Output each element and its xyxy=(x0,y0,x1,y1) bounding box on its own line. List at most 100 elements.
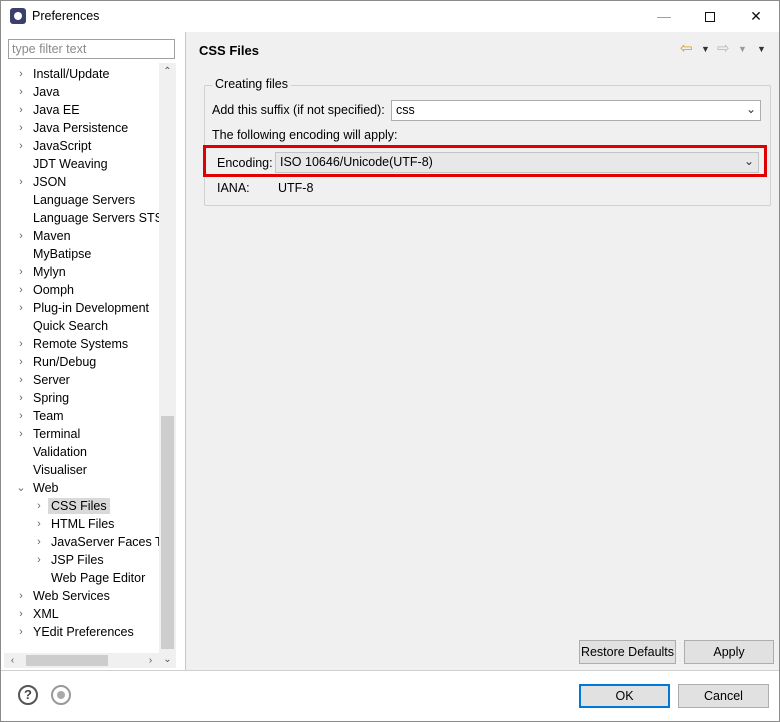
tree-item[interactable]: › Oomph xyxy=(1,281,159,299)
chevron-right-icon[interactable]: › xyxy=(15,588,27,604)
horizontal-scroll-thumb[interactable] xyxy=(26,655,108,666)
chevron-right-icon[interactable]: › xyxy=(15,264,27,280)
scroll-right-icon[interactable]: › xyxy=(142,653,159,668)
tree-item[interactable]: › Team xyxy=(1,407,159,425)
back-menu-chevron-icon[interactable]: ▼ xyxy=(701,40,710,58)
chevron-right-icon[interactable]: › xyxy=(15,408,27,424)
tree-item[interactable]: › XML xyxy=(1,605,159,623)
tree-item[interactable]: › Remote Systems xyxy=(1,335,159,353)
close-button[interactable]: ✕ xyxy=(733,1,779,32)
chevron-right-icon[interactable]: › xyxy=(15,138,27,154)
tree-item-label: Remote Systems xyxy=(33,337,129,351)
tree-item-label: JavaServer Faces Tools xyxy=(51,535,159,549)
tree-item[interactable]: JDT Weaving xyxy=(1,155,159,173)
tree-item-label: CSS Files xyxy=(48,498,110,514)
maximize-button[interactable] xyxy=(687,1,733,32)
preference-tree: › Install/Update › Java › Java EE › Java Persis… xyxy=(1,63,159,667)
scroll-up-icon[interactable]: ⌃ xyxy=(159,63,176,80)
tree-item[interactable]: › Plug-in Development xyxy=(1,299,159,317)
tree-item[interactable]: › CSS Files xyxy=(1,497,159,515)
group-title: Creating files xyxy=(212,77,291,91)
chevron-right-icon[interactable]: › xyxy=(15,228,27,244)
chevron-right-icon[interactable]: › xyxy=(15,354,27,370)
tree-item[interactable]: › JSP Files xyxy=(1,551,159,569)
chevron-right-icon[interactable]: › xyxy=(15,390,27,406)
chevron-right-icon[interactable]: › xyxy=(15,372,27,388)
record-macro-icon[interactable] xyxy=(51,685,71,705)
tree-item[interactable]: › JSON xyxy=(1,173,159,191)
apply-button[interactable]: Apply xyxy=(684,640,774,664)
tree-item[interactable]: › JavaServer Faces Tools xyxy=(1,533,159,551)
forward-menu-chevron-icon[interactable]: ▼ xyxy=(738,40,747,58)
tree-item[interactable]: MyBatipse xyxy=(1,245,159,263)
chevron-right-icon[interactable]: › xyxy=(15,300,27,316)
tree-item[interactable]: › JavaScript xyxy=(1,137,159,155)
tree-item[interactable]: Language Servers STS xyxy=(1,209,159,227)
tree-horizontal-scrollbar[interactable]: ‹ › xyxy=(4,653,159,668)
tree-item-label: Web Services xyxy=(33,589,110,603)
help-icon[interactable]: ? xyxy=(18,685,38,705)
tree-item-label: Plug-in Development xyxy=(33,301,150,315)
tree-item[interactable]: › Maven xyxy=(1,227,159,245)
chevron-right-icon[interactable]: › xyxy=(15,426,27,442)
encoding-note: The following encoding will apply: xyxy=(212,128,398,142)
tree-item[interactable]: › HTML Files xyxy=(1,515,159,533)
tree-item[interactable]: Visualiser xyxy=(1,461,159,479)
iana-label: IANA: xyxy=(217,181,250,195)
suffix-combo[interactable]: css ⌄ xyxy=(391,100,761,121)
tree-item-label: Install/Update xyxy=(33,67,110,81)
chevron-right-icon[interactable]: › xyxy=(33,534,45,550)
tree-item[interactable]: › YEdit Preferences xyxy=(1,623,159,641)
chevron-right-icon[interactable]: › xyxy=(15,102,27,118)
chevron-down-icon[interactable]: ⌄ xyxy=(15,480,27,496)
scroll-down-icon[interactable]: ⌄ xyxy=(159,651,176,668)
tree-item[interactable]: › Install/Update xyxy=(1,65,159,83)
ok-button[interactable]: OK xyxy=(579,684,670,708)
tree-item-label: Java Persistence xyxy=(33,121,129,135)
encoding-combo[interactable]: ISO 10646/Unicode(UTF-8) ⌄ xyxy=(275,152,759,173)
tree-item[interactable]: › Terminal xyxy=(1,425,159,443)
window-title: Preferences xyxy=(32,9,100,23)
vertical-scroll-thumb[interactable] xyxy=(161,416,174,649)
tree-item-label: JSP Files xyxy=(51,553,104,567)
tree-item[interactable]: ⌄ Web xyxy=(1,479,159,497)
tree-item[interactable]: › Spring xyxy=(1,389,159,407)
minimize-button[interactable]: — xyxy=(641,1,687,32)
tree-item[interactable]: › Run/Debug xyxy=(1,353,159,371)
view-menu-chevron-icon[interactable]: ▼ xyxy=(757,40,766,58)
encoding-value: ISO 10646/Unicode(UTF-8) xyxy=(280,155,433,169)
tree-item[interactable]: › Java EE xyxy=(1,101,159,119)
tree-item[interactable]: › Web Services xyxy=(1,587,159,605)
cancel-button[interactable]: Cancel xyxy=(678,684,769,708)
tree-item[interactable]: › Java xyxy=(1,83,159,101)
tree-item[interactable]: Web Page Editor xyxy=(1,569,159,587)
tree-item-label: Team xyxy=(33,409,64,423)
chevron-right-icon[interactable]: › xyxy=(15,66,27,82)
chevron-right-icon[interactable]: › xyxy=(33,516,45,532)
tree-item[interactable]: › Mylyn xyxy=(1,263,159,281)
chevron-right-icon[interactable]: › xyxy=(33,552,45,568)
chevron-right-icon[interactable]: › xyxy=(33,498,45,514)
tree-vertical-scrollbar[interactable]: ⌃ ⌄ xyxy=(159,63,176,668)
tree-item[interactable]: Language Servers xyxy=(1,191,159,209)
scroll-left-icon[interactable]: ‹ xyxy=(4,653,21,668)
title-bar: Preferences — ✕ xyxy=(1,1,779,32)
chevron-right-icon[interactable]: › xyxy=(15,282,27,298)
filter-input[interactable] xyxy=(8,39,175,59)
chevron-right-icon[interactable]: › xyxy=(15,336,27,352)
tree-item[interactable]: Validation xyxy=(1,443,159,461)
tree-item[interactable]: Quick Search xyxy=(1,317,159,335)
tree-item-label: Run/Debug xyxy=(33,355,97,369)
tree-item-label: JavaScript xyxy=(33,139,92,153)
back-arrow-icon[interactable]: ⇦ xyxy=(680,40,693,58)
chevron-right-icon[interactable]: › xyxy=(15,606,27,622)
chevron-right-icon[interactable]: › xyxy=(15,624,27,640)
chevron-right-icon[interactable]: › xyxy=(15,84,27,100)
tree-item[interactable]: › Server xyxy=(1,371,159,389)
restore-defaults-button[interactable]: Restore Defaults xyxy=(579,640,676,664)
chevron-right-icon[interactable]: › xyxy=(15,120,27,136)
tree-item[interactable]: › Java Persistence xyxy=(1,119,159,137)
forward-arrow-icon[interactable]: ⇨ xyxy=(717,40,730,58)
chevron-right-icon[interactable]: › xyxy=(15,174,27,190)
maximize-icon xyxy=(705,12,715,23)
